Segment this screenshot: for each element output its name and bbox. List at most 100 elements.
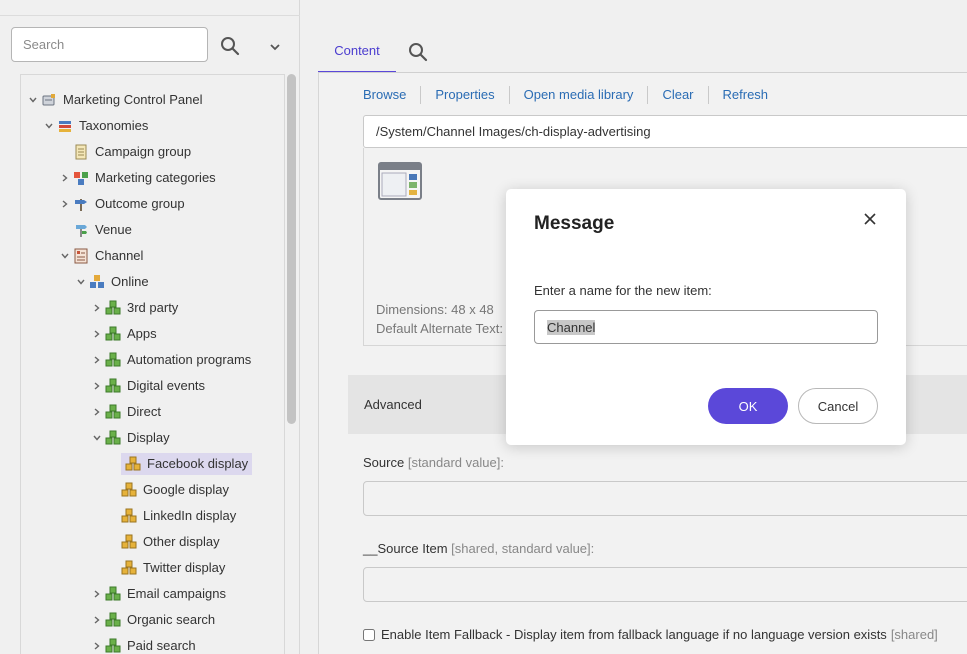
marketing-panel-icon xyxy=(41,92,57,108)
scrollbar-thumb[interactable] xyxy=(287,74,296,424)
image-thumbnail-icon[interactable] xyxy=(378,162,422,200)
chevron-down-icon[interactable] xyxy=(266,38,284,56)
tree-item-label: Paid search xyxy=(127,638,196,653)
tree-item[interactable]: Marketing categories xyxy=(57,167,220,189)
fallback-checkbox[interactable] xyxy=(363,628,375,641)
source-item-input[interactable] xyxy=(363,567,967,602)
tree-item-label: Other display xyxy=(143,534,220,549)
signpost-icon xyxy=(73,196,89,212)
tree-item-label: Venue xyxy=(95,222,132,237)
source-input[interactable] xyxy=(363,481,967,516)
browse-link[interactable]: Browse xyxy=(363,86,420,104)
tree-item-label: Email campaigns xyxy=(127,586,226,601)
tree-item[interactable]: Apps xyxy=(89,323,161,345)
tree-search-input[interactable] xyxy=(11,27,208,62)
gold-cubes-icon xyxy=(121,482,137,498)
tree-item[interactable]: Paid search xyxy=(89,635,200,654)
tree-item[interactable]: Marketing Control Panel xyxy=(25,89,206,111)
tree-item[interactable]: Automation programs xyxy=(89,349,255,371)
item-fallback-option: Enable Item Fallback - Display item from… xyxy=(363,627,938,642)
gold-cubes-icon xyxy=(125,456,141,472)
tree-item[interactable]: Direct xyxy=(89,401,165,423)
refresh-link[interactable]: Refresh xyxy=(707,86,783,104)
clear-link[interactable]: Clear xyxy=(647,86,707,104)
fallback-label: Enable Item Fallback - Display item from… xyxy=(381,627,887,642)
chevron-right-icon[interactable] xyxy=(89,352,105,368)
field-hint: [standard value]: xyxy=(407,455,504,470)
chevron-right-icon[interactable] xyxy=(89,300,105,316)
category-blocks-icon xyxy=(73,170,89,186)
properties-link[interactable]: Properties xyxy=(420,86,508,104)
gold-cubes-icon xyxy=(121,534,137,550)
tree-item-label: Organic search xyxy=(127,612,216,627)
tree-item[interactable]: Google display xyxy=(105,479,233,501)
chevron-right-icon[interactable] xyxy=(89,326,105,342)
chevron-right-icon[interactable] xyxy=(89,378,105,394)
books-icon xyxy=(57,118,73,134)
tree-item[interactable]: Venue xyxy=(57,219,136,241)
tree-item[interactable]: Digital events xyxy=(89,375,209,397)
tree-item[interactable]: Campaign group xyxy=(57,141,195,163)
tree-item[interactable]: Other display xyxy=(105,531,224,553)
green-cubes-icon xyxy=(105,586,121,602)
tree-item[interactable]: Twitter display xyxy=(105,557,229,579)
document-list-icon xyxy=(73,144,89,160)
green-cubes-icon xyxy=(105,638,121,654)
online-cubes-icon xyxy=(89,274,105,290)
chevron-right-icon[interactable] xyxy=(89,638,105,654)
new-item-name-input[interactable] xyxy=(534,310,878,344)
chevron-right-icon[interactable] xyxy=(57,196,73,212)
chevron-down-icon[interactable] xyxy=(73,274,89,290)
tree-item[interactable]: Online xyxy=(73,271,153,293)
chevron-down-icon[interactable] xyxy=(25,92,41,108)
tree-item[interactable]: Display xyxy=(89,427,174,449)
source-item-label: __Source Item [shared, standard value]: xyxy=(363,541,594,556)
panel-divider xyxy=(0,15,300,16)
green-cubes-icon xyxy=(105,300,121,316)
search-icon[interactable] xyxy=(408,42,428,62)
close-icon[interactable] xyxy=(862,211,878,227)
tree-item[interactable]: Taxonomies xyxy=(41,115,152,137)
tree-item-label: Taxonomies xyxy=(79,118,149,133)
chevron-right-icon[interactable] xyxy=(89,586,105,602)
tree-item[interactable]: Email campaigns xyxy=(89,583,230,605)
dialog-prompt: Enter a name for the new item: xyxy=(534,283,712,298)
gold-cubes-icon xyxy=(121,508,137,524)
tree-item[interactable]: Channel xyxy=(57,245,147,267)
tree-scrollbar[interactable] xyxy=(287,74,296,654)
tree-item-label: Campaign group xyxy=(95,144,192,159)
tree-item-label: Online xyxy=(111,274,149,289)
tree-item[interactable]: Organic search xyxy=(89,609,219,631)
chevron-right-icon[interactable] xyxy=(89,612,105,628)
tree-item[interactable]: 3rd party xyxy=(89,297,182,319)
tree-item-label: Twitter display xyxy=(143,560,226,575)
field-name: Source xyxy=(363,455,405,470)
tab-content[interactable]: Content xyxy=(318,30,396,73)
image-alt-text: Default Alternate Text: V xyxy=(376,321,516,336)
image-dimensions: Dimensions: 48 x 48 xyxy=(376,302,494,317)
ok-button[interactable]: OK xyxy=(708,388,788,424)
dialog-title: Message xyxy=(534,213,615,234)
chevron-down-icon[interactable] xyxy=(89,430,105,446)
open-media-library-link[interactable]: Open media library xyxy=(508,86,648,104)
green-cubes-icon xyxy=(105,612,121,628)
search-icon[interactable] xyxy=(220,36,240,56)
chevron-right-icon[interactable] xyxy=(89,404,105,420)
image-path-field[interactable]: /System/Channel Images/ch-display-advert… xyxy=(363,115,967,148)
green-cubes-icon xyxy=(105,378,121,394)
tree-item-label: Channel xyxy=(95,248,144,263)
tree-item[interactable]: Outcome group xyxy=(57,193,189,215)
chevron-down-icon[interactable] xyxy=(41,118,57,134)
source-label: Source [standard value]: xyxy=(363,455,504,470)
tree-item[interactable]: LinkedIn display xyxy=(105,505,240,527)
chevron-right-icon[interactable] xyxy=(57,170,73,186)
chevron-down-icon[interactable] xyxy=(57,248,73,264)
tree-item[interactable]: Facebook display xyxy=(121,453,253,475)
green-cubes-icon xyxy=(105,352,121,368)
cancel-button[interactable]: Cancel xyxy=(798,388,878,424)
tree-item-label: Direct xyxy=(127,404,161,419)
tree-item-label: Marketing Control Panel xyxy=(63,92,203,107)
